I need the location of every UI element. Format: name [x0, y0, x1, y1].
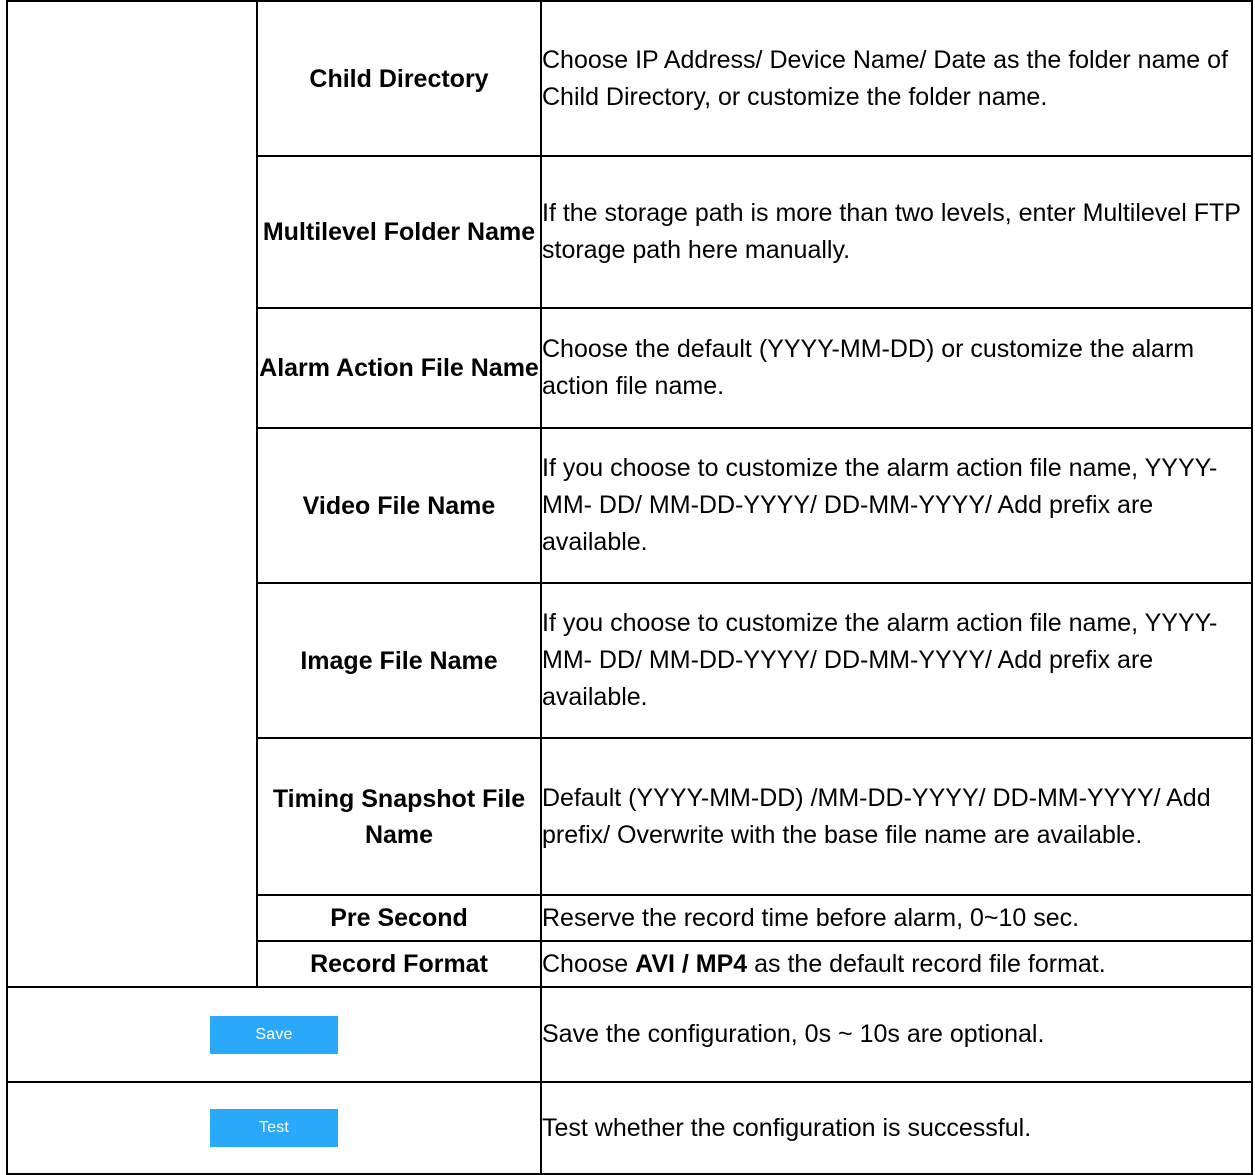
- table-row: Child Directory Choose IP Address/ Devic…: [6, 0, 1253, 988]
- table-row: Test Test whether the configuration is s…: [6, 1081, 1253, 1175]
- param-name-alarm-action-file-name: Alarm Action File Name: [256, 307, 542, 429]
- save-button[interactable]: Save: [210, 1015, 338, 1054]
- param-name-video-file-name: Video File Name: [256, 427, 542, 584]
- param-desc-record-format: Choose AVI / MP4 as the default record f…: [540, 940, 1253, 988]
- param-name-multilevel-folder-name: Multilevel Folder Name: [256, 155, 542, 309]
- param-desc-video-file-name: If you choose to customize the alarm act…: [540, 427, 1253, 584]
- param-name-record-format: Record Format: [256, 940, 542, 988]
- test-desc: Test whether the configuration is succes…: [540, 1081, 1253, 1175]
- table-row: Save Save the configuration, 0s ~ 10s ar…: [6, 986, 1253, 1083]
- param-name-timing-snapshot-file-name: Timing Snapshot File Name: [256, 737, 542, 896]
- group-cell: [6, 0, 258, 988]
- desc-text: as the default record file format.: [747, 949, 1106, 978]
- save-button-cell: Save: [6, 986, 542, 1083]
- save-desc: Save the configuration, 0s ~ 10s are opt…: [540, 986, 1253, 1083]
- format-options: AVI / MP4: [635, 949, 748, 978]
- param-name-pre-second: Pre Second: [256, 894, 542, 942]
- param-desc-timing-snapshot-file-name: Default (YYYY-MM-DD) /MM-DD-YYYY/ DD-MM-…: [540, 737, 1253, 896]
- param-name-image-file-name: Image File Name: [256, 582, 542, 739]
- test-button[interactable]: Test: [210, 1109, 338, 1147]
- desc-text: Choose: [542, 949, 636, 978]
- param-desc-image-file-name: If you choose to customize the alarm act…: [540, 582, 1253, 739]
- param-name-child-directory: Child Directory: [256, 0, 542, 157]
- param-desc-child-directory: Choose IP Address/ Device Name/ Date as …: [540, 0, 1253, 157]
- param-desc-multilevel-folder-name: If the storage path is more than two lev…: [540, 155, 1253, 309]
- test-button-cell: Test: [6, 1081, 542, 1175]
- parameter-table: Child Directory Choose IP Address/ Devic…: [6, 0, 1253, 1175]
- param-desc-pre-second: Reserve the record time before alarm, 0~…: [540, 894, 1253, 942]
- param-desc-alarm-action-file-name: Choose the default (YYYY-MM-DD) or custo…: [540, 307, 1253, 429]
